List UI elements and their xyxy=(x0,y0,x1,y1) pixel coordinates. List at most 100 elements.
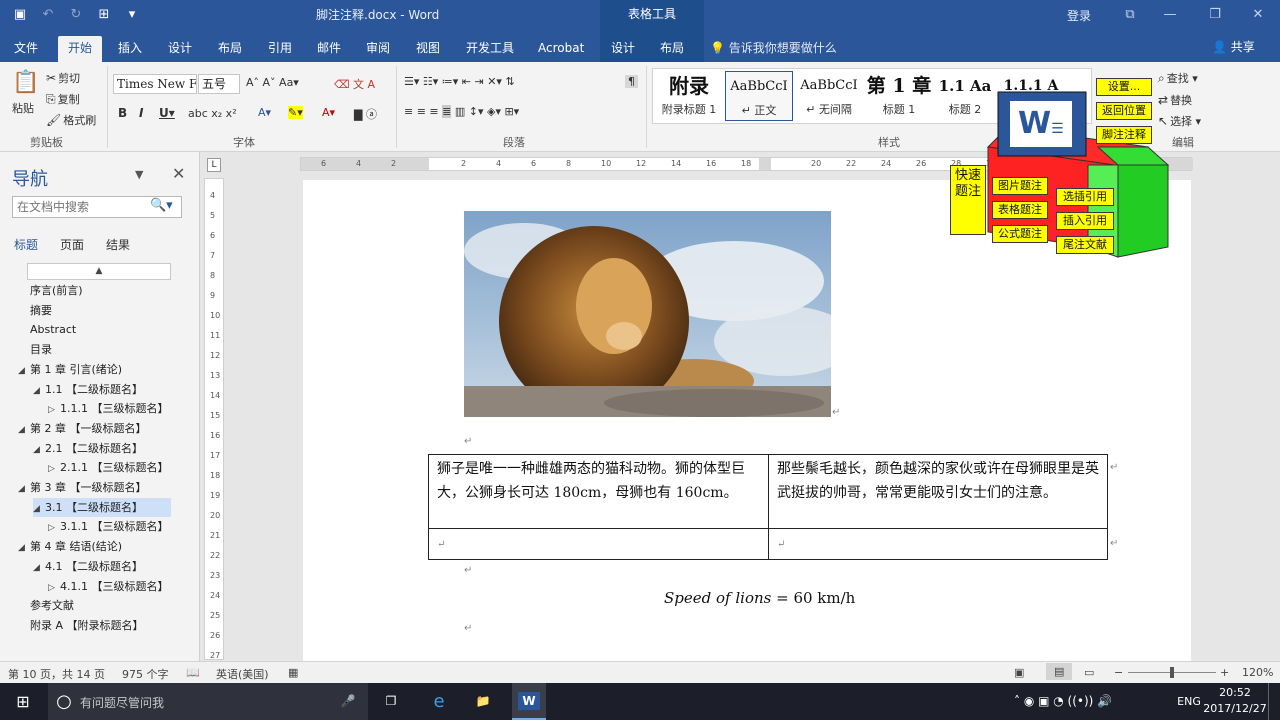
customize-qat-icon[interactable]: ▾ xyxy=(120,5,144,25)
zoom-out-icon[interactable]: − xyxy=(1114,666,1123,679)
style-heading-1[interactable]: 第 1 章 标题 1 xyxy=(865,71,933,121)
table-cell[interactable]: ↵ xyxy=(768,528,1108,560)
show-marks-icon[interactable]: ¶ xyxy=(625,75,638,88)
expand-arrow-icon[interactable]: ▷ xyxy=(48,519,60,538)
zoom-slider-thumb[interactable] xyxy=(1170,667,1174,678)
tab-layout[interactable]: 布局 xyxy=(208,36,252,62)
table-cell[interactable]: 狮子是唯一一种雌雄两态的猫科动物。狮的体型巨大，公狮身长可达 180cm，母狮也… xyxy=(428,454,769,529)
nav-tab-headings[interactable]: 标题 xyxy=(14,236,38,253)
font-name-box[interactable]: Times New F xyxy=(113,74,197,94)
nav-heading-item[interactable]: ▷ 1.1.1 【三级标题名】 xyxy=(48,399,169,418)
table-cell[interactable]: ↵ xyxy=(428,528,769,560)
ribbon-display-options-icon[interactable]: ⧉ xyxy=(1110,0,1150,30)
nav-heading-item[interactable]: 附录 A 【附录标题名】 xyxy=(18,616,144,635)
collapse-arrow-icon[interactable]: ◢ xyxy=(33,559,45,578)
proofing-icon[interactable]: 📖 xyxy=(186,666,200,679)
align-left-icon[interactable]: ≡ ≡ ≡ ≣ ▥ ↕▾ ◈▾ ⊞▾ xyxy=(404,105,519,118)
share-button[interactable]: 👤 共享 xyxy=(1212,38,1255,55)
microphone-icon[interactable]: 🎤 xyxy=(336,683,360,720)
nav-heading-item[interactable]: 序言(前言) xyxy=(18,281,83,300)
nav-heading-item[interactable]: ▷ 2.1.1 【三级标题名】 xyxy=(48,458,169,477)
collapse-arrow-icon[interactable]: ◢ xyxy=(33,382,45,401)
task-view-icon[interactable]: ❐ xyxy=(376,683,406,720)
grow-font-icon[interactable]: A˄ A˅ Aa▾ xyxy=(246,76,299,89)
nav-close-icon[interactable]: ✕ xyxy=(172,164,185,183)
tab-view[interactable]: 视图 xyxy=(406,36,450,62)
paste-icon[interactable]: 📋 xyxy=(12,70,39,95)
undo-icon[interactable]: ↶ xyxy=(36,5,60,25)
nav-options-icon[interactable]: ▼ xyxy=(135,168,143,181)
document-table[interactable]: 狮子是唯一一种雌雄两态的猫科动物。狮的体型巨大，公狮身长可达 180cm，母狮也… xyxy=(428,454,1108,560)
collapse-arrow-icon[interactable]: ◢ xyxy=(33,500,45,519)
word-count[interactable]: 975 个字 xyxy=(122,666,169,682)
nav-heading-item[interactable]: ◢ 3.1 【二级标题名】 xyxy=(33,497,171,519)
windows-start-icon[interactable]: ⊞ xyxy=(0,683,46,720)
macro-icon[interactable]: ▦ xyxy=(288,666,298,679)
nav-heading-item[interactable]: 目录 xyxy=(18,340,52,359)
nav-heading-item[interactable]: ◢ 2.1 【二级标题名】 xyxy=(33,439,143,458)
word-taskbar-icon[interactable]: W xyxy=(512,683,546,720)
speed-formula[interactable]: Speed of lions = 60 km/h xyxy=(664,589,855,607)
style-no-spacing[interactable]: AaBbCcI ↵ 无间隔 xyxy=(795,71,863,121)
font-color-icon[interactable]: A▾ xyxy=(322,106,335,119)
underline-button[interactable]: U▾ xyxy=(159,106,175,120)
insert-reference-button[interactable]: 插入引用 xyxy=(1056,212,1114,230)
nav-heading-item[interactable]: ◢ 第 1 章 引言(绪论) xyxy=(18,360,122,379)
return-position-button[interactable]: 返回位置 xyxy=(1096,102,1152,120)
edge-icon[interactable]: e xyxy=(422,683,456,720)
nav-heading-item[interactable]: ◢ 第 3 章 【一级标题名】 xyxy=(18,478,147,497)
figure-caption-button[interactable]: 图片题注 xyxy=(992,177,1048,195)
language-indicator[interactable]: 英语(美国) xyxy=(216,666,269,682)
nav-heading-item[interactable]: ◢ 第 2 章 【一级标题名】 xyxy=(18,419,147,438)
collapse-arrow-icon[interactable]: ◢ xyxy=(18,362,30,381)
print-layout-icon[interactable]: ▤ xyxy=(1046,663,1073,680)
cross-reference-button[interactable]: 选插引用 xyxy=(1056,188,1114,206)
style-appendix-title[interactable]: 附录 附录标题 1 xyxy=(655,71,723,121)
taskbar-clock[interactable]: 20:52 2017/12/27 xyxy=(1200,685,1270,717)
nav-heading-item[interactable]: ◢ 4.1 【二级标题名】 xyxy=(33,557,143,576)
collapse-all-icon[interactable]: ▲ xyxy=(27,263,171,280)
paste-button[interactable]: 粘贴 xyxy=(12,100,34,116)
collapse-arrow-icon[interactable]: ◢ xyxy=(33,441,45,460)
tab-acrobat[interactable]: Acrobat xyxy=(528,36,594,62)
tab-file[interactable]: 文件 xyxy=(4,36,48,62)
highlight-icon[interactable]: ✎▾ xyxy=(288,106,303,119)
table-icon[interactable]: ⊞ xyxy=(92,5,116,25)
nav-heading-item[interactable]: ▷ 3.1.1 【三级标题名】 xyxy=(48,517,169,536)
tab-review[interactable]: 审阅 xyxy=(356,36,400,62)
expand-arrow-icon[interactable]: ▷ xyxy=(48,401,60,420)
table-caption-button[interactable]: 表格题注 xyxy=(992,201,1048,219)
tab-mailings[interactable]: 邮件 xyxy=(307,36,351,62)
tab-table-layout[interactable]: 布局 xyxy=(650,36,694,62)
nav-heading-item[interactable]: 参考文献 xyxy=(18,596,74,615)
tab-design[interactable]: 设计 xyxy=(158,36,202,62)
bold-button[interactable]: B xyxy=(118,106,127,120)
copy-button[interactable]: ⎘ 复制 xyxy=(46,91,80,107)
tab-insert[interactable]: 插入 xyxy=(108,36,152,62)
text-effects-icon[interactable]: A▾ xyxy=(258,106,271,119)
expand-arrow-icon[interactable]: ▷ xyxy=(48,579,60,598)
collapse-arrow-icon[interactable]: ◢ xyxy=(18,421,30,440)
nav-tab-pages[interactable]: 页面 xyxy=(60,236,84,253)
vertical-ruler[interactable]: 4 5 6 7 8 9 10 11 12 13 14 15 16 17 18 19 20 21 22 23 24 25 26… xyxy=(204,178,224,660)
strikethrough-icon[interactable]: abc x₂ x² xyxy=(188,107,237,120)
endnote-button[interactable]: 尾注文献 xyxy=(1056,236,1114,254)
nav-heading-item[interactable]: ▷ 4.1.1 【三级标题名】 xyxy=(48,577,169,596)
clear-format-icon[interactable]: ⌫ 文 A xyxy=(334,76,375,92)
nav-heading-item[interactable]: 摘要 xyxy=(18,301,52,320)
font-size-box[interactable]: 五号 xyxy=(198,74,240,94)
login-link[interactable]: 登录 xyxy=(1067,7,1091,24)
settings-button[interactable]: 设置... xyxy=(1096,78,1152,96)
format-painter-button[interactable]: 🖌 格式刷 xyxy=(46,112,96,128)
page-count[interactable]: 第 10 页，共 14 页 xyxy=(8,666,105,682)
quick-caption-button[interactable]: 快速题注 xyxy=(950,165,986,235)
tab-table-design[interactable]: 设计 xyxy=(601,36,645,62)
italic-button[interactable]: I xyxy=(139,106,143,120)
redo-icon[interactable]: ↻ xyxy=(64,5,88,25)
zoom-in-icon[interactable]: + xyxy=(1220,666,1229,679)
collapse-arrow-icon[interactable]: ◢ xyxy=(18,539,30,558)
nav-tab-results[interactable]: 结果 xyxy=(106,236,130,253)
tab-references[interactable]: 引用 xyxy=(258,36,302,62)
expand-arrow-icon[interactable]: ▷ xyxy=(48,460,60,479)
lion-image[interactable] xyxy=(464,211,831,417)
